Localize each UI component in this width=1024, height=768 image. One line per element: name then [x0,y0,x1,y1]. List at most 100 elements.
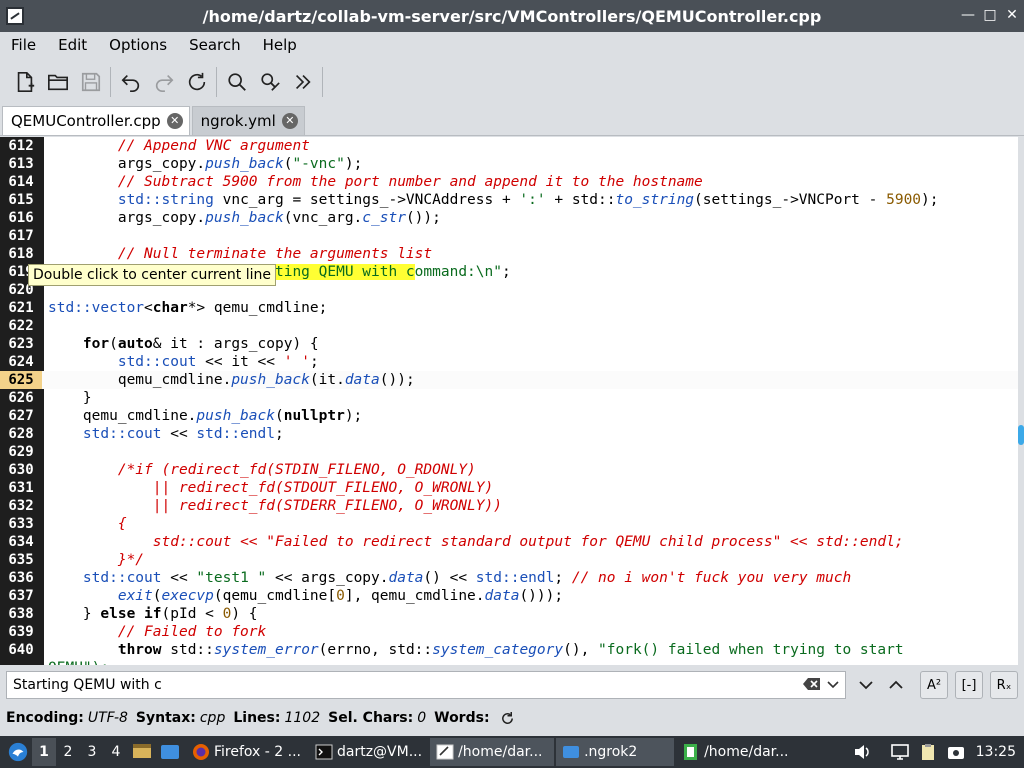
code-line[interactable]: 616 args_copy.push_back(vnc_arg.c_str())… [0,209,1018,227]
tab-ngrok-yml[interactable]: ngrok.yml ✕ [191,106,305,135]
code-line[interactable]: 617 [0,227,1018,245]
menu-search[interactable]: Search [178,36,252,54]
workspace-4[interactable]: 4 [104,738,128,766]
search-input[interactable]: Starting QEMU with c [6,671,846,699]
menu-file[interactable]: File [0,36,47,54]
refresh-word-count-button[interactable] [500,711,515,726]
code-text: qemu_cmdline.push_back(nullptr); [48,408,363,424]
code-line-current[interactable]: 625 qemu_cmdline.push_back(it.data()); [0,371,1018,389]
code-line[interactable]: 623 for(auto& it : args_copy) { [0,335,1018,353]
workspace-3[interactable]: 3 [80,738,104,766]
clipboard-icon[interactable] [918,742,938,762]
redo-button[interactable] [147,66,180,99]
new-file-icon [17,72,34,92]
close-tab-icon[interactable]: ✕ [166,113,183,129]
whole-word-toggle[interactable]: [-] [955,671,983,699]
code-line[interactable]: 633 { [0,515,1018,533]
menu-edit[interactable]: Edit [47,36,98,54]
minimize-button[interactable]: — [960,6,976,24]
save-button[interactable] [74,66,107,99]
find-button[interactable] [220,66,253,99]
window-list-icon[interactable] [159,741,181,763]
new-file-button[interactable] [8,66,41,99]
line-number: 624 [8,354,34,370]
task-text-editor[interactable]: /home/dar... [430,738,555,766]
workspace-1[interactable]: 1 [32,738,56,766]
code-line[interactable]: 634 std::cout << "Failed to redirect sta… [0,533,1018,551]
screenshot-tool-icon[interactable] [946,742,966,762]
close-window-button[interactable]: ✕ [1004,6,1020,24]
more-button[interactable] [286,66,319,99]
find-previous-button[interactable] [882,671,910,699]
volume-icon[interactable] [852,742,872,762]
code-line[interactable]: 624 std::cout << it << ' '; [0,353,1018,371]
show-desktop-icon[interactable] [131,741,153,763]
code-line[interactable]: 615 std::string vnc_arg = settings_->VNC… [0,191,1018,209]
line-number: 623 [8,336,34,352]
workspace-2[interactable]: 2 [56,738,80,766]
code-line[interactable]: 629 [0,443,1018,461]
maximize-button[interactable]: □ [982,6,998,24]
open-folder-icon [47,74,68,91]
code-line[interactable]: 621 std::vector<char*> qemu_cmdline; [0,299,1018,317]
code-line[interactable]: 632 || redirect_fd(STDERR_FILENO, O_WRON… [0,497,1018,515]
code-line[interactable]: 636 std::cout << "test1 " << args_copy.d… [0,569,1018,587]
chevron-down-icon [827,681,839,689]
code-line[interactable]: 630 /*if (redirect_fd(STDIN_FILENO, O_RD… [0,461,1018,479]
close-tab-icon[interactable]: ✕ [281,113,298,129]
line-number: 617 [8,228,34,244]
code-line[interactable]: 635 }*/ [0,551,1018,569]
line-number: 631 [8,480,34,496]
clear-search-button[interactable] [803,676,821,692]
code-line[interactable]: QEMU"); [0,659,1018,665]
line-number: 615 [8,192,34,208]
tab-qemucontroller-cpp[interactable]: QEMUController.cpp ✕ [2,106,190,135]
redo-icon [155,74,173,92]
code-line[interactable]: 631 || redirect_fd(STDOUT_FILENO, O_WRON… [0,479,1018,497]
code-line[interactable]: 627 qemu_cmdline.push_back(nullptr); [0,407,1018,425]
open-file-button[interactable] [41,66,74,99]
code-line[interactable]: 637 exit(execvp(qemu_cmdline[0], qemu_cm… [0,587,1018,605]
scrollbar-thumb[interactable] [1018,425,1024,445]
code-editor[interactable]: 612 // Append VNC argument 613 args_copy… [0,137,1018,665]
reload-button[interactable] [180,66,213,99]
task-file-manager[interactable]: .ngrok2 [556,738,675,766]
menu-help[interactable]: Help [252,36,308,54]
regex-toggle[interactable]: Rₓ [990,671,1018,699]
task-firefox[interactable]: Firefox - 2 ... [186,738,307,766]
code-text: std::cout << it << ' '; [117,354,319,370]
task-terminal[interactable]: dartz@VM... [309,738,428,766]
folder-icon [563,746,580,758]
code-text: qemu_cmdline.push_back(it.data()); [48,372,415,388]
code-text: // Subtract 5900 from the port number an… [117,174,703,190]
match-case-toggle[interactable]: A² [920,671,948,699]
code-text: } [48,390,92,406]
find-replace-button[interactable] [253,66,286,99]
encoding-value: UTF-8 [87,710,128,726]
code-line[interactable]: 640 throw std::system_error(errno, std::… [0,641,1018,659]
undo-button[interactable] [114,66,147,99]
code-line[interactable]: 612 // Append VNC argument [0,137,1018,155]
code-line[interactable]: 622 [0,317,1018,335]
clock[interactable]: 13:25 [976,744,1016,760]
search-history-dropdown[interactable] [826,676,840,692]
start-menu-button[interactable] [4,738,32,766]
code-line[interactable]: 639 // Failed to fork [0,623,1018,641]
code-line[interactable]: 626 } [0,389,1018,407]
code-line[interactable]: 613 args_copy.push_back("-vnc"); [0,155,1018,173]
line-number: 634 [8,534,34,550]
code-line[interactable]: 618 // Null terminate the arguments list [0,245,1018,263]
line-number: 639 [8,624,34,640]
vertical-scrollbar[interactable] [1018,137,1024,665]
line-number: 633 [8,516,34,532]
find-next-button[interactable] [852,671,880,699]
code-line[interactable]: 628 std::cout << std::endl; [0,425,1018,443]
network-icon[interactable] [890,742,910,762]
code-line[interactable]: 638 } else if(pId < 0) { [0,605,1018,623]
line-number: 636 [8,570,34,586]
code-line[interactable]: 614 // Subtract 5900 from the port numbe… [0,173,1018,191]
line-number: 616 [8,210,34,226]
editor-green-icon [684,744,698,760]
task-text-editor-2[interactable]: /home/dar... [676,738,794,766]
menu-options[interactable]: Options [98,36,178,54]
